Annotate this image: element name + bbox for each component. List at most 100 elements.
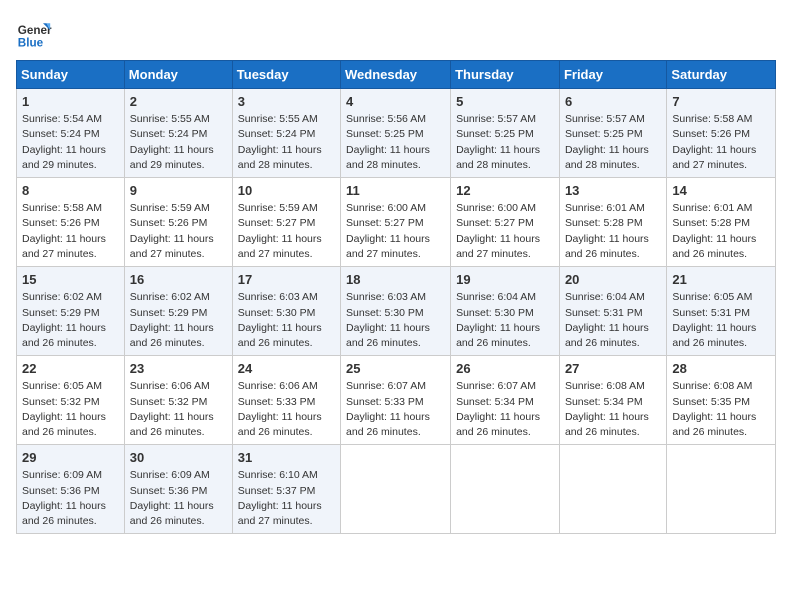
calendar-cell: 8Sunrise: 5:58 AM Sunset: 5:26 PM Daylig…	[17, 178, 125, 267]
calendar-table: SundayMondayTuesdayWednesdayThursdayFrid…	[16, 60, 776, 534]
day-number: 22	[22, 360, 119, 378]
calendar-cell: 15Sunrise: 6:02 AM Sunset: 5:29 PM Dayli…	[17, 267, 125, 356]
day-detail: Sunrise: 6:04 AM Sunset: 5:31 PM Dayligh…	[565, 290, 661, 351]
day-detail: Sunrise: 5:57 AM Sunset: 5:25 PM Dayligh…	[456, 112, 554, 173]
day-number: 15	[22, 271, 119, 289]
day-number: 2	[130, 93, 227, 111]
calendar-cell: 3Sunrise: 5:55 AM Sunset: 5:24 PM Daylig…	[232, 89, 340, 178]
day-number: 10	[238, 182, 335, 200]
day-number: 9	[130, 182, 227, 200]
calendar-cell: 24Sunrise: 6:06 AM Sunset: 5:33 PM Dayli…	[232, 356, 340, 445]
day-detail: Sunrise: 5:55 AM Sunset: 5:24 PM Dayligh…	[238, 112, 335, 173]
calendar-cell: 1Sunrise: 5:54 AM Sunset: 5:24 PM Daylig…	[17, 89, 125, 178]
day-detail: Sunrise: 6:02 AM Sunset: 5:29 PM Dayligh…	[130, 290, 227, 351]
page-header: General Blue	[16, 16, 776, 52]
day-detail: Sunrise: 6:01 AM Sunset: 5:28 PM Dayligh…	[565, 201, 661, 262]
calendar-week-row: 1Sunrise: 5:54 AM Sunset: 5:24 PM Daylig…	[17, 89, 776, 178]
day-number: 25	[346, 360, 445, 378]
day-detail: Sunrise: 6:04 AM Sunset: 5:30 PM Dayligh…	[456, 290, 554, 351]
calendar-cell: 28Sunrise: 6:08 AM Sunset: 5:35 PM Dayli…	[667, 356, 776, 445]
calendar-week-row: 22Sunrise: 6:05 AM Sunset: 5:32 PM Dayli…	[17, 356, 776, 445]
weekday-header-thursday: Thursday	[451, 61, 560, 89]
calendar-cell: 14Sunrise: 6:01 AM Sunset: 5:28 PM Dayli…	[667, 178, 776, 267]
logo: General Blue	[16, 16, 52, 52]
weekday-header-saturday: Saturday	[667, 61, 776, 89]
day-detail: Sunrise: 6:06 AM Sunset: 5:33 PM Dayligh…	[238, 379, 335, 440]
day-detail: Sunrise: 6:05 AM Sunset: 5:31 PM Dayligh…	[672, 290, 770, 351]
calendar-cell	[667, 445, 776, 534]
day-number: 14	[672, 182, 770, 200]
day-number: 8	[22, 182, 119, 200]
day-number: 6	[565, 93, 661, 111]
day-number: 24	[238, 360, 335, 378]
logo-icon: General Blue	[16, 16, 52, 52]
calendar-cell: 23Sunrise: 6:06 AM Sunset: 5:32 PM Dayli…	[124, 356, 232, 445]
day-number: 1	[22, 93, 119, 111]
day-detail: Sunrise: 5:55 AM Sunset: 5:24 PM Dayligh…	[130, 112, 227, 173]
day-detail: Sunrise: 6:07 AM Sunset: 5:33 PM Dayligh…	[346, 379, 445, 440]
day-detail: Sunrise: 6:00 AM Sunset: 5:27 PM Dayligh…	[346, 201, 445, 262]
calendar-cell: 21Sunrise: 6:05 AM Sunset: 5:31 PM Dayli…	[667, 267, 776, 356]
day-detail: Sunrise: 6:03 AM Sunset: 5:30 PM Dayligh…	[346, 290, 445, 351]
weekday-header-friday: Friday	[559, 61, 666, 89]
day-detail: Sunrise: 6:09 AM Sunset: 5:36 PM Dayligh…	[130, 468, 227, 529]
calendar-cell	[559, 445, 666, 534]
day-number: 18	[346, 271, 445, 289]
weekday-header-sunday: Sunday	[17, 61, 125, 89]
calendar-cell: 19Sunrise: 6:04 AM Sunset: 5:30 PM Dayli…	[451, 267, 560, 356]
day-number: 31	[238, 449, 335, 467]
calendar-cell: 26Sunrise: 6:07 AM Sunset: 5:34 PM Dayli…	[451, 356, 560, 445]
day-detail: Sunrise: 6:05 AM Sunset: 5:32 PM Dayligh…	[22, 379, 119, 440]
day-detail: Sunrise: 5:58 AM Sunset: 5:26 PM Dayligh…	[672, 112, 770, 173]
day-detail: Sunrise: 5:56 AM Sunset: 5:25 PM Dayligh…	[346, 112, 445, 173]
day-number: 29	[22, 449, 119, 467]
day-number: 7	[672, 93, 770, 111]
day-detail: Sunrise: 5:57 AM Sunset: 5:25 PM Dayligh…	[565, 112, 661, 173]
day-number: 21	[672, 271, 770, 289]
day-detail: Sunrise: 6:08 AM Sunset: 5:35 PM Dayligh…	[672, 379, 770, 440]
day-number: 4	[346, 93, 445, 111]
calendar-cell: 6Sunrise: 5:57 AM Sunset: 5:25 PM Daylig…	[559, 89, 666, 178]
day-detail: Sunrise: 6:09 AM Sunset: 5:36 PM Dayligh…	[22, 468, 119, 529]
svg-text:Blue: Blue	[18, 37, 44, 50]
day-number: 30	[130, 449, 227, 467]
day-number: 12	[456, 182, 554, 200]
day-detail: Sunrise: 5:59 AM Sunset: 5:27 PM Dayligh…	[238, 201, 335, 262]
day-detail: Sunrise: 5:58 AM Sunset: 5:26 PM Dayligh…	[22, 201, 119, 262]
day-number: 20	[565, 271, 661, 289]
day-number: 26	[456, 360, 554, 378]
day-number: 27	[565, 360, 661, 378]
day-number: 28	[672, 360, 770, 378]
calendar-cell: 11Sunrise: 6:00 AM Sunset: 5:27 PM Dayli…	[341, 178, 451, 267]
calendar-cell: 16Sunrise: 6:02 AM Sunset: 5:29 PM Dayli…	[124, 267, 232, 356]
calendar-cell	[341, 445, 451, 534]
weekday-header-wednesday: Wednesday	[341, 61, 451, 89]
day-detail: Sunrise: 6:01 AM Sunset: 5:28 PM Dayligh…	[672, 201, 770, 262]
calendar-cell	[451, 445, 560, 534]
day-number: 19	[456, 271, 554, 289]
calendar-cell: 22Sunrise: 6:05 AM Sunset: 5:32 PM Dayli…	[17, 356, 125, 445]
calendar-cell: 4Sunrise: 5:56 AM Sunset: 5:25 PM Daylig…	[341, 89, 451, 178]
calendar-cell: 29Sunrise: 6:09 AM Sunset: 5:36 PM Dayli…	[17, 445, 125, 534]
day-number: 11	[346, 182, 445, 200]
day-detail: Sunrise: 6:07 AM Sunset: 5:34 PM Dayligh…	[456, 379, 554, 440]
weekday-header-row: SundayMondayTuesdayWednesdayThursdayFrid…	[17, 61, 776, 89]
weekday-header-tuesday: Tuesday	[232, 61, 340, 89]
calendar-cell: 5Sunrise: 5:57 AM Sunset: 5:25 PM Daylig…	[451, 89, 560, 178]
calendar-cell: 31Sunrise: 6:10 AM Sunset: 5:37 PM Dayli…	[232, 445, 340, 534]
calendar-cell: 13Sunrise: 6:01 AM Sunset: 5:28 PM Dayli…	[559, 178, 666, 267]
day-detail: Sunrise: 5:54 AM Sunset: 5:24 PM Dayligh…	[22, 112, 119, 173]
day-number: 3	[238, 93, 335, 111]
calendar-cell: 27Sunrise: 6:08 AM Sunset: 5:34 PM Dayli…	[559, 356, 666, 445]
weekday-header-monday: Monday	[124, 61, 232, 89]
day-detail: Sunrise: 6:06 AM Sunset: 5:32 PM Dayligh…	[130, 379, 227, 440]
calendar-week-row: 29Sunrise: 6:09 AM Sunset: 5:36 PM Dayli…	[17, 445, 776, 534]
day-detail: Sunrise: 6:10 AM Sunset: 5:37 PM Dayligh…	[238, 468, 335, 529]
day-detail: Sunrise: 6:03 AM Sunset: 5:30 PM Dayligh…	[238, 290, 335, 351]
day-number: 13	[565, 182, 661, 200]
day-number: 17	[238, 271, 335, 289]
day-number: 5	[456, 93, 554, 111]
day-number: 23	[130, 360, 227, 378]
calendar-cell: 10Sunrise: 5:59 AM Sunset: 5:27 PM Dayli…	[232, 178, 340, 267]
day-detail: Sunrise: 6:08 AM Sunset: 5:34 PM Dayligh…	[565, 379, 661, 440]
